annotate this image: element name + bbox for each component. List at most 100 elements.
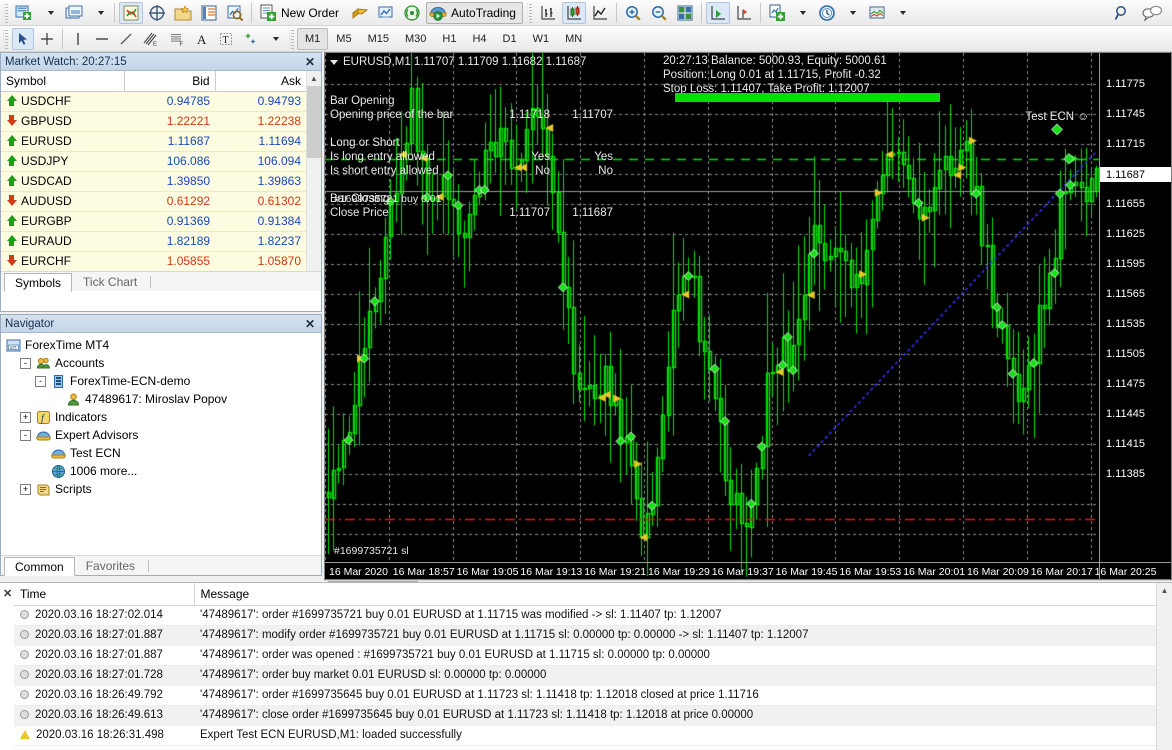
timeframe-mn[interactable]: MN	[557, 28, 590, 50]
timeframe-h1[interactable]: H1	[434, 28, 464, 50]
new-chart-dropdown[interactable]	[38, 2, 60, 24]
autotrading-button[interactable]: AutoTrading	[426, 1, 523, 24]
tree-expander[interactable]: +	[20, 483, 31, 495]
cursor-icon[interactable]	[12, 27, 34, 50]
table-row[interactable]: 2020.03.16 18:27:01.728'47489617': order…	[14, 665, 1157, 686]
table-row[interactable]: 2020.03.16 18:27:02.014'47489617': order…	[14, 605, 1157, 626]
tree-expander[interactable]: +	[20, 411, 31, 423]
tree-expander[interactable]: -	[20, 357, 31, 369]
new-order-button[interactable]: New Order	[256, 2, 346, 24]
text-label-icon[interactable]: T	[215, 28, 237, 50]
strategy-tester-button[interactable]	[223, 2, 247, 24]
mql5-icon-button[interactable]	[348, 2, 372, 24]
column-header-ask[interactable]: Ask	[215, 71, 306, 92]
navigator-item-scripts[interactable]: + Scripts	[5, 480, 321, 498]
fibonacci-icon[interactable]: F	[165, 28, 189, 50]
vertical-line-icon[interactable]	[67, 28, 89, 50]
scrollbar-thumb[interactable]	[307, 86, 321, 158]
chart-window[interactable]: EURUSD,M1 1.11707 1.11709 1.11682 1.1168…	[324, 52, 1172, 580]
table-row[interactable]: 2020.03.16 18:27:01.887'47489617': order…	[14, 645, 1157, 666]
table-row[interactable]: GBPUSD 1.22221 1.22238	[1, 111, 306, 132]
table-row[interactable]: AUDUSD 0.61292 0.61302	[1, 191, 306, 212]
table-row[interactable]: EURUSD 1.11687 1.11694	[1, 131, 306, 152]
column-header-time[interactable]: Time	[14, 583, 195, 606]
toolbar-grip[interactable]	[526, 2, 532, 23]
close-icon[interactable]: ✕	[303, 317, 317, 331]
auto-scroll-button[interactable]	[705, 1, 730, 24]
close-icon[interactable]: ✕	[3, 587, 12, 600]
toolbar-grip[interactable]	[3, 2, 8, 23]
profiles-dropdown[interactable]	[88, 2, 110, 24]
bar-chart-button[interactable]	[536, 2, 560, 24]
tree-expander[interactable]: -	[20, 429, 31, 441]
chart-canvas[interactable]	[325, 53, 1171, 579]
horizontal-line-icon[interactable]	[91, 28, 113, 50]
navigator-item-forextime-mt4[interactable]: MT ForexTime MT4	[5, 336, 321, 354]
zoom-out-button[interactable]	[647, 2, 671, 24]
navigator-item-1006-more[interactable]: 1006 more...	[5, 462, 321, 480]
chart-menu-caret-icon[interactable]	[330, 59, 338, 65]
tile-windows-button[interactable]	[673, 2, 697, 24]
table-row[interactable]: USDCAD 1.39850 1.39863	[1, 171, 306, 192]
tab-common[interactable]: Common	[4, 557, 75, 576]
tab-tick-chart[interactable]: Tick Chart	[72, 272, 148, 291]
table-row[interactable]: EURGBP 0.91369 0.91384	[1, 211, 306, 232]
table-row[interactable]: 2020.03.16 18:26:49.613'47489617': close…	[14, 705, 1157, 726]
timeframe-m30[interactable]: M30	[397, 28, 434, 50]
signals-button[interactable]	[400, 2, 424, 24]
timeframe-m15[interactable]: M15	[360, 28, 397, 50]
tab-favorites[interactable]: Favorites	[75, 556, 146, 575]
equidistant-channel-icon[interactable]: E	[139, 28, 163, 50]
table-row[interactable]: 2020.03.16 18:27:01.887'47489617': modif…	[14, 625, 1157, 646]
table-row[interactable]: 2020.03.16 18:26:49.792'47489617': order…	[14, 685, 1157, 706]
new-chart-button[interactable]	[12, 2, 36, 24]
indicators-dropdown[interactable]	[791, 2, 813, 24]
timeframe-m5[interactable]: M5	[328, 28, 359, 50]
timeframe-d1[interactable]: D1	[495, 28, 525, 50]
navigator-item-accounts[interactable]: - Accounts	[5, 354, 321, 372]
timeframe-h4[interactable]: H4	[464, 28, 494, 50]
navigator-item-forextime-ecn-demo[interactable]: - ForexTime-ECN-demo	[5, 372, 321, 390]
zoom-in-button[interactable]	[621, 2, 645, 24]
period-button[interactable]	[815, 2, 839, 24]
indicators-button[interactable]	[765, 2, 789, 24]
templates-dropdown[interactable]	[891, 2, 913, 24]
time-axis[interactable]: 16 Mar 2020 16 Mar 18:57 16 Mar 19:05 16 Ma…	[325, 562, 1171, 579]
column-header-message[interactable]: Message	[194, 583, 1157, 606]
column-header-symbol[interactable]: Symbol	[1, 71, 125, 92]
timeframe-m1[interactable]: M1	[297, 27, 329, 50]
table-row[interactable]: USDCHF 0.94785 0.94793	[1, 91, 306, 112]
crosshair-icon[interactable]	[36, 28, 58, 50]
shapes-dropdown[interactable]	[263, 28, 285, 50]
period-dropdown[interactable]	[841, 2, 863, 24]
line-chart-button[interactable]	[588, 2, 612, 24]
candlestick-chart-button[interactable]	[561, 1, 586, 24]
timeframe-w1[interactable]: W1	[525, 28, 558, 50]
journal-scrollbar[interactable]: ▲	[1156, 583, 1172, 750]
table-row[interactable]: EURAUD 1.82189 1.82237	[1, 231, 306, 252]
chat-button[interactable]	[1138, 2, 1166, 24]
shapes-icon[interactable]	[239, 28, 261, 50]
table-row[interactable]: 2020.03.16 18:26:31.498 Expert Test ECN E…	[14, 725, 1157, 746]
mql5-charts-button[interactable]	[374, 2, 398, 24]
market-watch-scrollbar[interactable]: ▲	[306, 71, 321, 271]
close-icon[interactable]: ✕	[303, 55, 317, 69]
navigator-item-47489617-miroslav-popov[interactable]: 47489617: Miroslav Popov	[5, 390, 321, 408]
navigator-item-expert-advisors[interactable]: - Expert Advisors	[5, 426, 321, 444]
tree-expander[interactable]: -	[35, 375, 46, 387]
navigator-item-test-ecn[interactable]: Test ECN	[5, 444, 321, 462]
navigator-item-indicators[interactable]: + f Indicators	[5, 408, 321, 426]
terminal-button[interactable]	[197, 2, 221, 24]
chart-shift-button[interactable]	[732, 2, 756, 24]
trendline-icon[interactable]	[115, 28, 137, 50]
table-row[interactable]: USDJPY 106.086 106.094	[1, 151, 306, 172]
column-header-bid[interactable]: Bid	[124, 71, 216, 92]
search-button[interactable]	[1110, 2, 1136, 24]
scroll-up-icon[interactable]: ▲	[1157, 583, 1172, 598]
table-row[interactable]: EURCHF 1.05855 1.05870	[1, 251, 306, 271]
toolbar-grip[interactable]	[3, 28, 8, 49]
tab-symbols[interactable]: Symbols	[4, 273, 73, 292]
navigator-button[interactable]	[171, 2, 195, 24]
toolbar-grip[interactable]	[289, 28, 294, 49]
templates-button[interactable]	[865, 2, 889, 24]
